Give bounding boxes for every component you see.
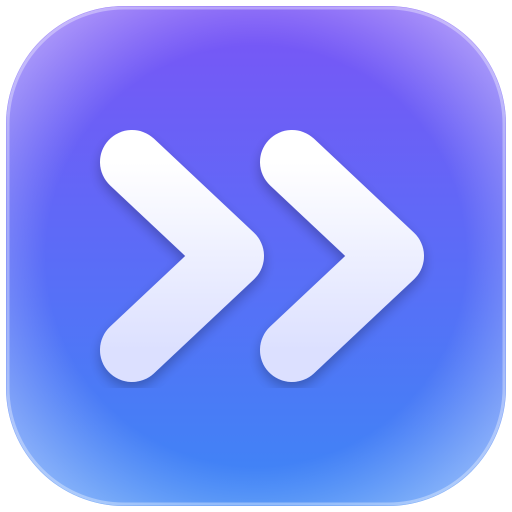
app-icon bbox=[6, 6, 506, 506]
app-icon-canvas bbox=[0, 0, 512, 512]
